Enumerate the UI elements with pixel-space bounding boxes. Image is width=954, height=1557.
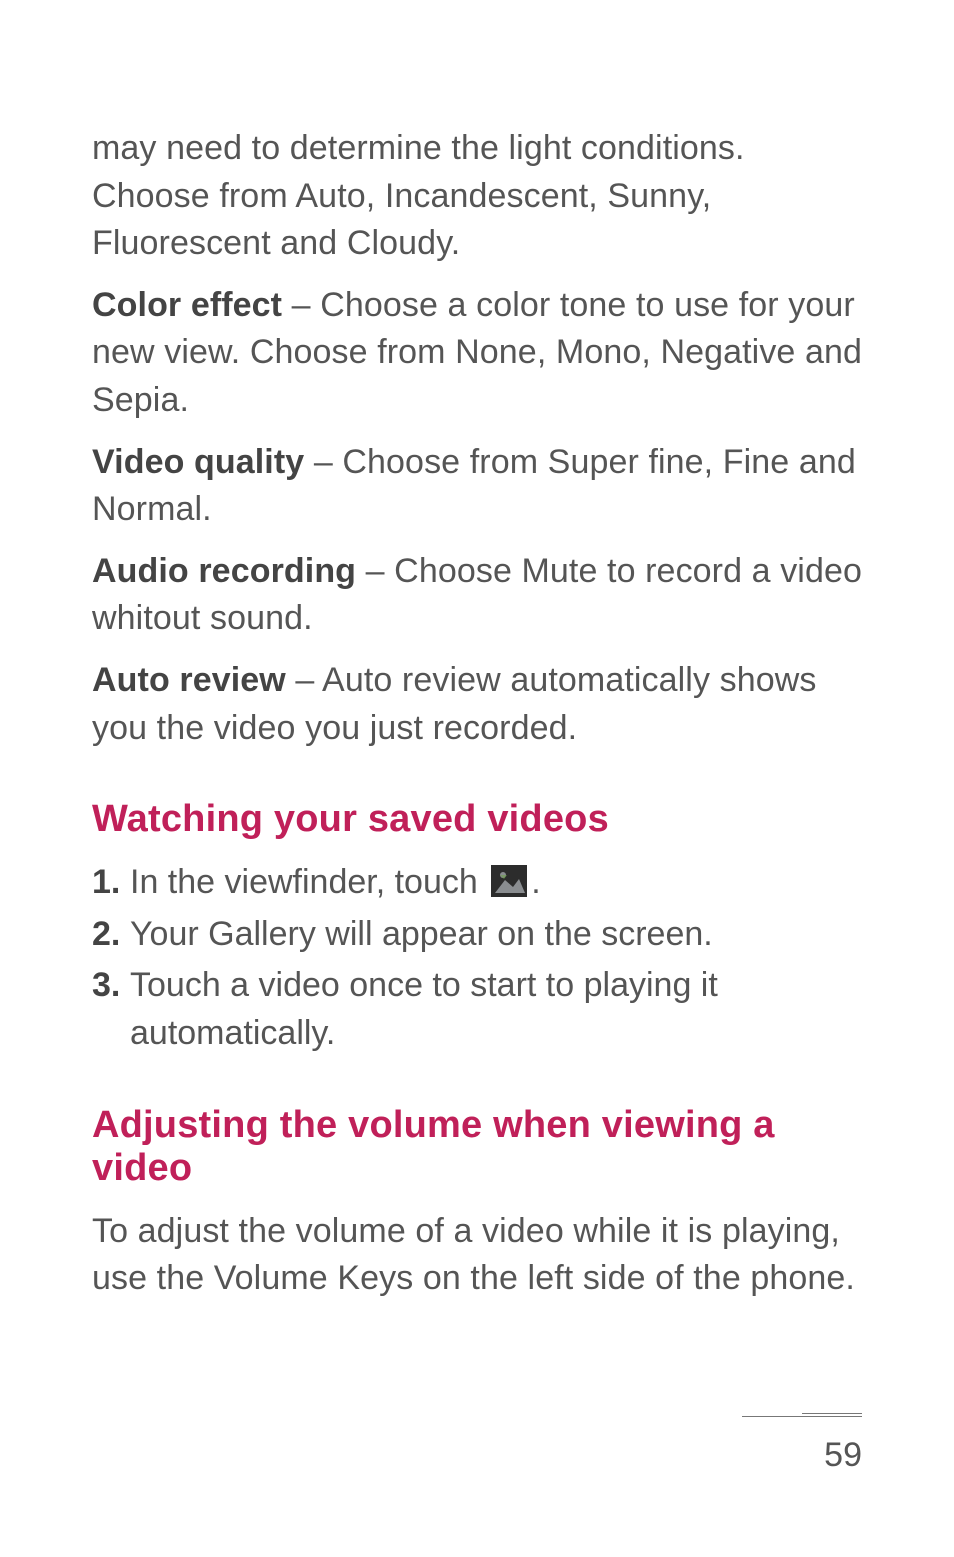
setting-label: Color effect (92, 286, 282, 324)
step-number: 3. (92, 962, 130, 1010)
volume-paragraph: To adjust the volume of a video while it… (92, 1208, 862, 1303)
steps-list: 1. In the viewfinder, touch . 2. Your Ga… (92, 859, 862, 1057)
footer-rule (742, 1416, 862, 1417)
list-item: 3. Touch a video once to start to playin… (92, 962, 862, 1057)
intro-paragraph: may need to determine the light conditio… (92, 125, 862, 268)
list-item: 2. Your Gallery will appear on the scree… (92, 911, 862, 959)
heading-watching-videos: Watching your saved videos (92, 798, 862, 841)
heading-adjusting-volume: Adjusting the volume when viewing a vide… (92, 1104, 862, 1190)
setting-label: Audio recording (92, 552, 356, 590)
setting-color-effect: Color effect – Choose a color tone to us… (92, 282, 862, 425)
step-text: Touch a video once to start to playing i… (130, 962, 862, 1057)
setting-audio-recording: Audio recording – Choose Mute to record … (92, 548, 862, 643)
step-text: Your Gallery will appear on the screen. (130, 911, 862, 959)
list-item: 1. In the viewfinder, touch . (92, 859, 862, 907)
setting-video-quality: Video quality – Choose from Super fine, … (92, 439, 862, 534)
step-number: 2. (92, 911, 130, 959)
step-text-before: In the viewfinder, touch (130, 863, 487, 901)
setting-label: Auto review (92, 661, 286, 699)
gallery-preview-icon (491, 865, 527, 897)
document-page: may need to determine the light conditio… (0, 0, 954, 1557)
step-text: In the viewfinder, touch . (130, 859, 862, 907)
footer-rule-accent (802, 1413, 862, 1414)
setting-auto-review: Auto review – Auto review automatically … (92, 657, 862, 752)
step-number: 1. (92, 859, 130, 907)
page-number: 59 (824, 1436, 862, 1475)
step-text-after: . (531, 863, 540, 901)
setting-label: Video quality (92, 443, 304, 481)
